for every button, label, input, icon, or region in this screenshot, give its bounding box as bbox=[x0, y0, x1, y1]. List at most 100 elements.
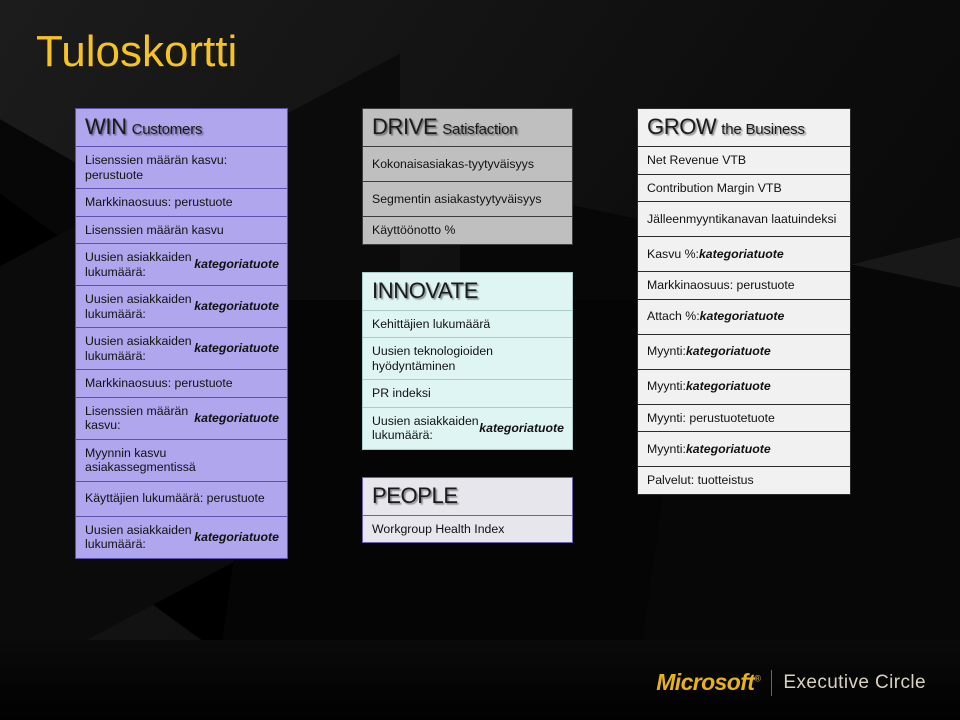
scorecard-metric-row: Myynti: kategoriatuote bbox=[637, 432, 851, 467]
scorecard-metric-row: Kehittäjien lukumäärä bbox=[362, 310, 573, 338]
metric-label: Segmentin asiakastyytyväisyys bbox=[372, 191, 542, 206]
metric-emphasis: kategoriatuote bbox=[194, 410, 279, 425]
metric-label: Attach %: bbox=[647, 309, 700, 324]
metric-label: PR indeksi bbox=[372, 386, 431, 400]
metric-label: Uusien asiakkaiden lukumäärä: bbox=[85, 250, 192, 279]
metric-label: Uusien asiakkaiden lukumäärä: bbox=[85, 522, 192, 552]
scorecard-rows-people: Workgroup Health Index bbox=[362, 515, 573, 543]
logo-divider bbox=[771, 669, 773, 696]
scorecard-metric-row: Uusien asiakkaiden lukumäärä: kategoriat… bbox=[75, 286, 288, 328]
scorecard-metric-row: Markkinaosuus: perustuote bbox=[75, 189, 288, 217]
metric-emphasis: kategoriatuote bbox=[698, 246, 784, 261]
metric-label: Net Revenue VTB bbox=[647, 153, 747, 167]
metric-emphasis: kategoriatuote bbox=[194, 299, 279, 314]
block-header-strong: WIN bbox=[85, 114, 127, 139]
metric-label: Markkinaosuus: perustuote bbox=[647, 278, 795, 292]
metric-emphasis: kategoriatuote bbox=[194, 257, 279, 272]
metric-label: Uusien asiakkaiden lukumäärä: bbox=[372, 413, 479, 443]
scorecard-rows-innovate: Kehittäjien lukumäärä Uusien teknologioid… bbox=[362, 310, 573, 450]
executive-circle-text: Executive Circle bbox=[783, 671, 926, 693]
microsoft-wordmark: Microsoft® bbox=[656, 669, 761, 696]
metric-label: Myynti: bbox=[647, 379, 686, 394]
metric-label: Uusien teknologioiden hyödyntäminen bbox=[372, 344, 494, 373]
metric-label: Palvelut: tuotteistus bbox=[647, 473, 754, 487]
scorecard-metric-row: Uusien asiakkaiden lukumäärä: kategoriat… bbox=[362, 407, 573, 450]
scorecard-block-people: PEOPLE Workgroup Health Index bbox=[362, 476, 573, 543]
scorecard-metric-row: Contribution Margin VTB bbox=[637, 174, 851, 202]
metric-label: Kokonaisasiakas-tyytyväisyys bbox=[372, 156, 534, 171]
metric-emphasis: kategoriatuote bbox=[685, 441, 771, 456]
scorecard-metric-row: Kokonaisasiakas-tyytyväisyys bbox=[362, 147, 573, 182]
scorecard-rows-drive: Kokonaisasiakas-tyytyväisyys Segmentin as… bbox=[362, 147, 573, 245]
metric-label: Käyttäjien lukumäärä: perustuote bbox=[85, 491, 265, 506]
scorecard-metric-row: Net Revenue VTB bbox=[637, 147, 851, 175]
scorecard-metric-row: Käyttäjien lukumäärä: perustuote bbox=[75, 481, 288, 517]
scorecard-metric-row: Markkinaosuus: perustuote bbox=[75, 370, 288, 398]
scorecard-metric-row: Lisenssien määrän kasvu: perustuote bbox=[75, 147, 288, 189]
scorecard-column-win: WIN Customers Lisenssien määrän kasvu: p… bbox=[75, 108, 288, 559]
scorecard-column-middle: DRIVE Satisfaction Kokonaisasiakas-tyyty… bbox=[362, 108, 573, 543]
metric-emphasis: kategoriatuote bbox=[194, 529, 279, 544]
scorecard-metric-row: Myynti: kategoriatuote bbox=[637, 369, 851, 405]
block-header-light: Satisfaction bbox=[442, 121, 518, 138]
metric-emphasis: kategoriatuote bbox=[685, 344, 771, 359]
footer-logo: Microsoft® Executive Circle bbox=[656, 669, 926, 696]
metric-emphasis: kategoriatuote bbox=[699, 309, 785, 324]
block-header-strong: DRIVE bbox=[372, 114, 438, 139]
metric-label: Markkinaosuus: perustuote bbox=[85, 376, 233, 390]
metric-label: Workgroup Health Index bbox=[372, 521, 505, 536]
metric-label: Markkinaosuus: perustuote bbox=[85, 195, 233, 209]
scorecard-metric-row: Uusien asiakkaiden lukumäärä: kategoriat… bbox=[75, 244, 288, 286]
metric-label: Kehittäjien lukumäärä bbox=[372, 316, 491, 331]
metric-label: Lisenssien määrän kasvu: perustuote bbox=[85, 153, 228, 182]
slide-canvas: Tuloskortti WIN Customers Lisenssien mää… bbox=[0, 0, 960, 720]
block-header-drive: DRIVE Satisfaction bbox=[362, 108, 573, 147]
metric-label: Uusien asiakkaiden lukumäärä: bbox=[85, 334, 192, 363]
scorecard-metric-row: Uusien asiakkaiden lukumäärä: kategoriat… bbox=[75, 328, 288, 370]
registered-trademark-icon: ® bbox=[754, 673, 761, 684]
scorecard-metric-row: Uusien teknologioiden hyödyntäminen bbox=[362, 338, 573, 380]
metric-emphasis: kategoriatuote bbox=[194, 341, 279, 356]
scorecard-block-win: WIN Customers Lisenssien määrän kasvu: p… bbox=[75, 108, 288, 559]
microsoft-brand-text: Microsoft bbox=[656, 669, 755, 695]
scorecard-metric-row: Lisenssien määrän kasvu bbox=[75, 216, 288, 244]
scorecard-metric-row: Attach %: kategoriatuote bbox=[637, 299, 851, 335]
page-title: Tuloskortti bbox=[36, 27, 238, 76]
metric-label: Myynti: bbox=[647, 441, 686, 456]
metric-label: Jälleenmyyntikanavan laatuindeksi bbox=[647, 211, 837, 226]
metric-emphasis: kategoriatuote bbox=[685, 379, 771, 394]
scorecard-metric-row: Markkinaosuus: perustuote bbox=[637, 272, 851, 300]
scorecard-rows-win: Lisenssien määrän kasvu: perustuote Markk… bbox=[75, 147, 288, 559]
block-header-strong: INNOVATE bbox=[372, 277, 478, 303]
scorecard-block-innovate: INNOVATE Kehittäjien lukumäärä Uusien tek… bbox=[362, 271, 573, 450]
scorecard-rows-grow: Net Revenue VTB Contribution Margin VTB Jä… bbox=[637, 147, 851, 495]
scorecard-metric-row: Käyttöönotto % bbox=[362, 217, 573, 245]
metric-emphasis: kategoriatuote bbox=[479, 420, 564, 435]
block-header-people: PEOPLE bbox=[362, 476, 573, 516]
scorecard-metric-row: Myynnin kasvu asiakassegmentissä bbox=[75, 439, 288, 482]
metric-label: Lisenssien määrän kasvu bbox=[85, 222, 224, 237]
block-header-innovate: INNOVATE bbox=[362, 271, 573, 311]
scorecard-block-grow: GROW the Business Net Revenue VTB Contrib… bbox=[637, 108, 851, 495]
block-header-strong: PEOPLE bbox=[372, 482, 458, 508]
metric-label: Käyttöönotto % bbox=[372, 223, 456, 237]
metric-label: Uusien asiakkaiden lukumäärä: bbox=[85, 292, 192, 321]
metric-label: Contribution Margin VTB bbox=[647, 180, 782, 195]
scorecard-metric-row: Uusien asiakkaiden lukumäärä: kategoriat… bbox=[75, 516, 288, 559]
block-header-light: Customers bbox=[131, 121, 203, 138]
scorecard-metric-row: Palvelut: tuotteistus bbox=[637, 467, 851, 495]
scorecard-metric-row: Myynti: kategoriatuote bbox=[637, 334, 851, 370]
scorecard-metric-row: Jälleenmyyntikanavan laatuindeksi bbox=[637, 202, 851, 237]
scorecard-metric-row: PR indeksi bbox=[362, 380, 573, 408]
block-header-light: the Business bbox=[721, 121, 805, 138]
scorecard-metric-row: Myynti: perustuotetuote bbox=[637, 404, 851, 432]
scorecard-metric-row: Kasvu %: kategoriatuote bbox=[637, 237, 851, 272]
metric-label: Myynnin kasvu asiakassegmentissä bbox=[85, 445, 196, 475]
block-header-win: WIN Customers bbox=[75, 108, 288, 147]
metric-label: Kasvu %: bbox=[647, 246, 699, 261]
metric-label: Lisenssien määrän kasvu: bbox=[85, 403, 189, 433]
block-header-strong: GROW bbox=[647, 114, 717, 139]
scorecard-column-grow: GROW the Business Net Revenue VTB Contrib… bbox=[637, 108, 851, 495]
scorecard-metric-row: Lisenssien määrän kasvu: kategoriatuote bbox=[75, 397, 288, 440]
metric-label: Myynti: perustuotetuote bbox=[647, 410, 775, 425]
